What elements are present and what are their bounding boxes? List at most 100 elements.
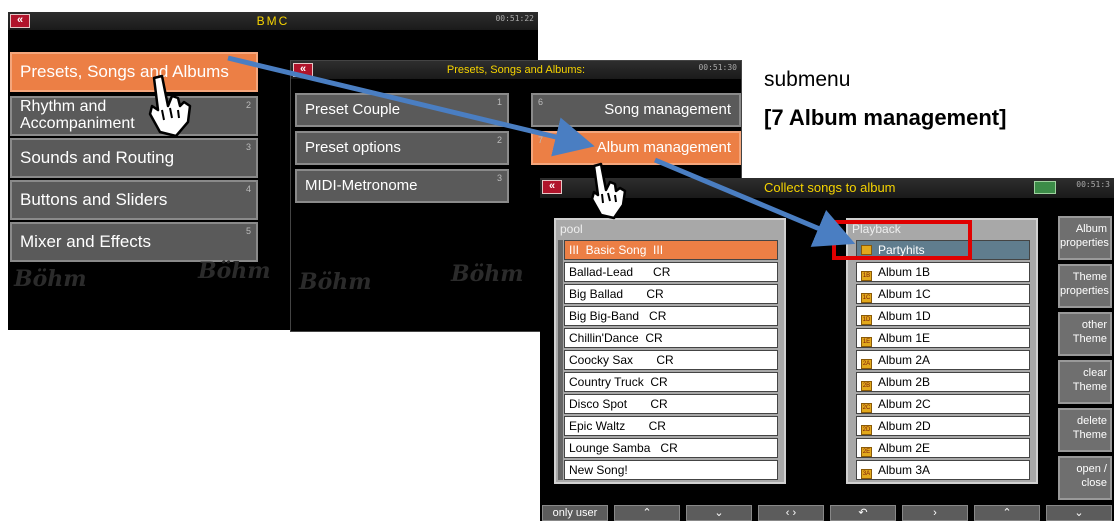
menu-item-label: MIDI-Metronome xyxy=(305,177,418,195)
menu-item-presets-songs-albums[interactable]: Presets, Songs and Albums xyxy=(10,52,258,92)
menu-item-song-management[interactable]: 6 Song management xyxy=(531,93,741,127)
pool-item[interactable]: Big Ballad CR xyxy=(564,284,778,304)
pool-item[interactable]: Disco Spot CR xyxy=(564,394,778,414)
menu-item-number: 3 xyxy=(496,173,502,183)
menu-item-midi-metronome[interactable]: MIDI-Metronome 3 xyxy=(295,169,509,203)
pool-item[interactable]: Chillin'Dance CR xyxy=(564,328,778,348)
open-close-button[interactable]: open / close xyxy=(1058,456,1112,500)
button-label: delete xyxy=(1077,415,1107,427)
other-theme-button[interactable]: other Theme xyxy=(1058,312,1112,356)
menu-item-preset-couple[interactable]: Preset Couple 1 xyxy=(295,93,509,127)
page-down-icon[interactable]: ⌄ xyxy=(686,505,752,521)
back-button[interactable]: « xyxy=(542,180,562,194)
playback-item[interactable]: 2C Album 2C xyxy=(856,394,1030,414)
hand-pointer-icon xyxy=(590,162,627,220)
pool-item[interactable]: Country Truck CR xyxy=(564,372,778,392)
playback-item[interactable]: 3A Album 3A xyxy=(856,460,1030,480)
scroll-down-icon[interactable]: ⌄ xyxy=(1046,505,1112,521)
pool-item[interactable]: New Song! xyxy=(564,460,778,480)
album-folder-icon: 2E xyxy=(861,447,872,457)
pool-item[interactable]: Coocky Sax CR xyxy=(564,350,778,370)
playback-item-label: Album 2A xyxy=(878,353,931,367)
theme-properties-button[interactable]: Theme properties xyxy=(1058,264,1112,308)
clock: 00:51:30 xyxy=(698,63,737,72)
side-button-column: Album properties Theme properties other The… xyxy=(1058,216,1114,500)
playback-item-label: Album 1D xyxy=(878,309,931,323)
playback-item-label: Album 2B xyxy=(878,375,931,389)
pool-item[interactable]: Epic Waltz CR xyxy=(564,416,778,436)
playback-item-label: Album 2C xyxy=(878,397,931,411)
playback-item[interactable]: 1E Album 1E xyxy=(856,328,1030,348)
menu-item-buttons-sliders[interactable]: Buttons and Sliders 4 xyxy=(10,180,258,220)
clear-theme-button[interactable]: clear Theme xyxy=(1058,360,1112,404)
button-label: Album xyxy=(1075,223,1107,235)
menu-item-album-management[interactable]: 7 Album management xyxy=(531,131,741,165)
arrow-right-icon[interactable]: › xyxy=(902,505,968,521)
album-folder-icon: 1B xyxy=(861,271,872,281)
menu-item-label: Album management xyxy=(596,139,731,157)
playback-item-label: Album 1B xyxy=(878,265,931,279)
pool-item[interactable]: Big Big-Band CR xyxy=(564,306,778,326)
menu-item-label: Mixer and Effects xyxy=(20,232,152,252)
clock: 00:51:22 xyxy=(495,14,534,23)
pool-scrollbar[interactable] xyxy=(558,240,563,480)
title-bar: « BMC 00:51:22 xyxy=(8,12,538,30)
scroll-up-icon[interactable]: ⌃ xyxy=(974,505,1040,521)
annotation-album-management: [7 Album management] xyxy=(764,105,1007,130)
playback-item-label: Album 3A xyxy=(878,463,931,477)
playback-item[interactable]: 1C Album 1C xyxy=(856,284,1030,304)
menu-item-number: 4 xyxy=(245,184,251,194)
button-label: Theme xyxy=(1072,381,1107,394)
only-user-button[interactable]: only user xyxy=(542,505,608,521)
menu-item-mixer-effects[interactable]: Mixer and Effects 5 xyxy=(10,222,258,262)
album-folder-icon: 2B xyxy=(861,381,872,391)
menu-item-preset-options[interactable]: Preset options 2 xyxy=(295,131,509,165)
pool-header: pool xyxy=(560,222,583,236)
playback-item[interactable]: 1D Album 1D xyxy=(856,306,1030,326)
album-properties-button[interactable]: Album properties xyxy=(1058,216,1112,260)
button-label: clear xyxy=(1083,367,1107,379)
menu-item-sounds-routing[interactable]: Sounds and Routing 3 xyxy=(10,138,258,178)
menu-item-rhythm-accompaniment[interactable]: Rhythm and Accompaniment 2 xyxy=(10,96,258,136)
playback-item[interactable]: 2E Album 2E xyxy=(856,438,1030,458)
keyboard-icon xyxy=(1034,181,1056,194)
pool-item[interactable]: III Basic Song III xyxy=(564,240,778,260)
album-folder-icon: 3A xyxy=(861,469,872,479)
album-folder-icon: 1C xyxy=(861,293,872,303)
playback-item-label: Album 1C xyxy=(878,287,931,301)
pool-item[interactable]: Ballad-Lead CR xyxy=(564,262,778,282)
pool-item[interactable]: Lounge Samba CR xyxy=(564,438,778,458)
menu-item-label: Presets, Songs and Albums xyxy=(20,62,229,82)
button-label: other xyxy=(1081,319,1107,331)
highlight-box xyxy=(832,220,972,260)
menu-item-number: 5 xyxy=(245,226,251,236)
title-bar: « Presets, Songs and Albums: 00:51:30 xyxy=(291,61,741,79)
menu-item-number: 2 xyxy=(496,135,502,145)
bohm-watermark: Böhm xyxy=(198,258,271,284)
move-icon[interactable]: ‹ › xyxy=(758,505,824,521)
playback-item[interactable]: 1B Album 1B xyxy=(856,262,1030,282)
menu-item-label: Preset Couple xyxy=(305,101,401,119)
undo-icon[interactable]: ↶ xyxy=(830,505,896,521)
album-folder-icon: 1E xyxy=(861,337,872,347)
collect-songs-window: « Collect songs to album 00:51:3 pool II… xyxy=(540,178,1114,521)
playback-item-label: Album 2D xyxy=(878,419,931,433)
menu-item-label: Buttons and Sliders xyxy=(20,190,168,210)
playback-item[interactable]: 2A Album 2A xyxy=(856,350,1030,370)
button-label: properties xyxy=(1060,237,1109,250)
page-up-icon[interactable]: ⌃ xyxy=(614,505,680,521)
playback-item[interactable]: 2D Album 2D xyxy=(856,416,1030,436)
playback-item-label: Album 2E xyxy=(878,441,931,455)
button-label: Theme xyxy=(1072,271,1107,283)
window-title: Collect songs to album xyxy=(764,180,896,195)
delete-theme-button[interactable]: delete Theme xyxy=(1058,408,1112,452)
playback-item[interactable]: 2B Album 2B xyxy=(856,372,1030,392)
playback-item-label: Album 1E xyxy=(878,331,931,345)
button-label: close xyxy=(1081,477,1107,490)
album-folder-icon: 2D xyxy=(861,425,872,435)
menu-item-number: 7 xyxy=(538,135,544,145)
pool-panel: pool III Basic Song III Ballad-Lead CR B… xyxy=(554,218,786,484)
menu-item-number: 1 xyxy=(496,97,502,107)
bohm-watermark: Böhm xyxy=(451,261,524,287)
bohm-watermark: Böhm xyxy=(299,269,372,295)
